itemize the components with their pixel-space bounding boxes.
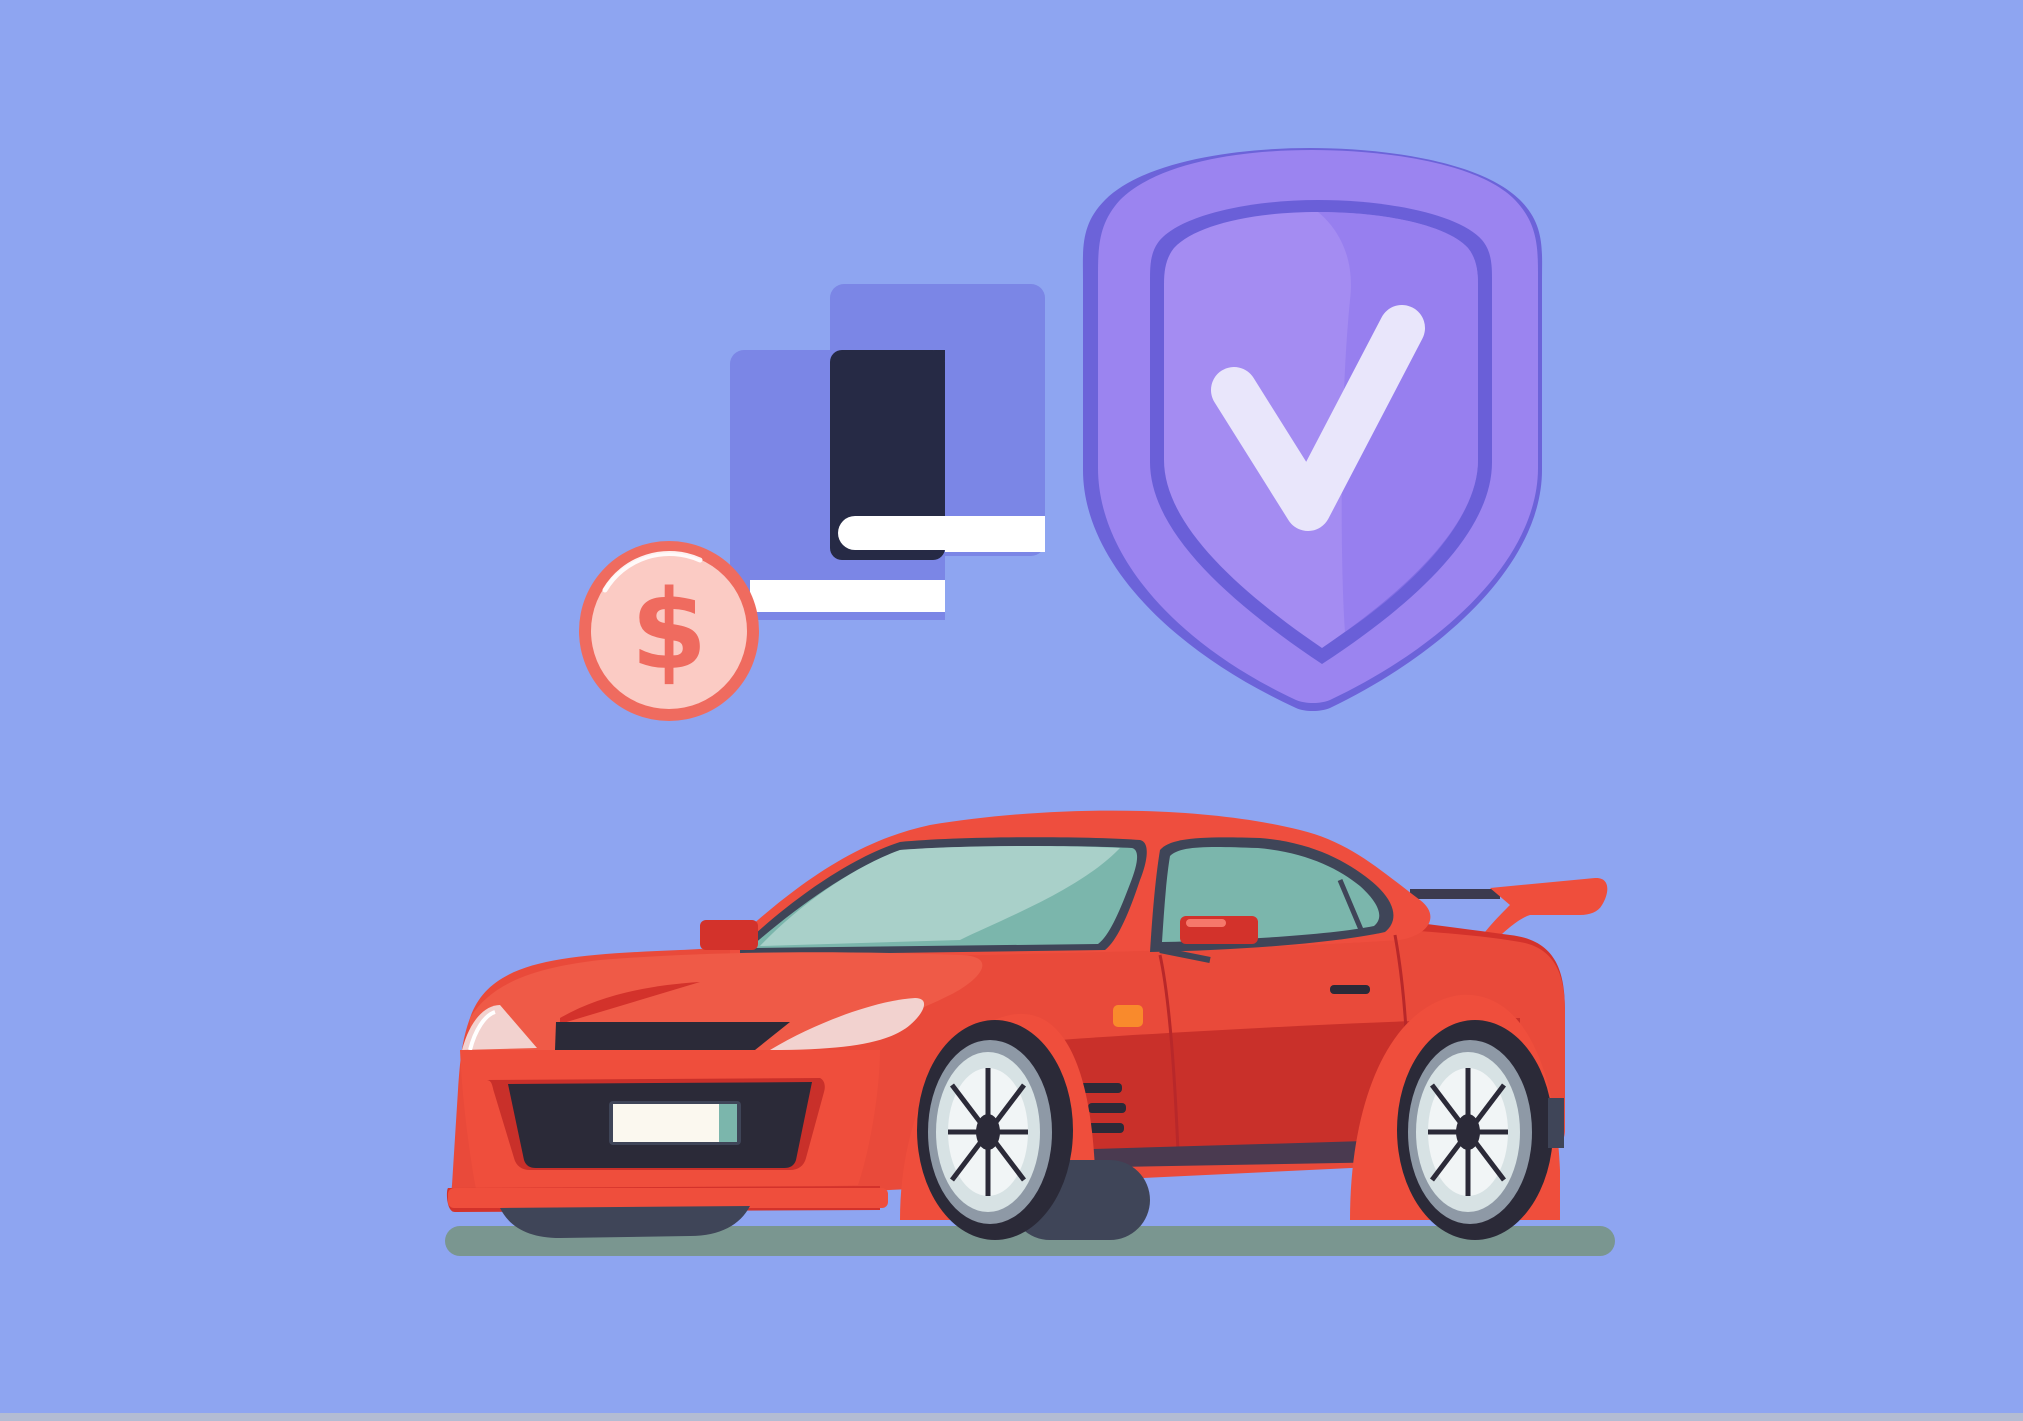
illustration-canvas: $ [445,148,1615,1256]
illustration-scene: $ [0,0,2023,1421]
sports-car-illustration [445,810,1615,1256]
coin-dollar-icon: $ [579,541,759,721]
front-wheel [917,1020,1073,1240]
book-icon [730,284,1045,620]
coin-symbol: $ [631,566,708,694]
rear-wheel [1397,1020,1553,1240]
bottom-border [0,1413,2023,1421]
shield-check-icon [1082,148,1543,711]
